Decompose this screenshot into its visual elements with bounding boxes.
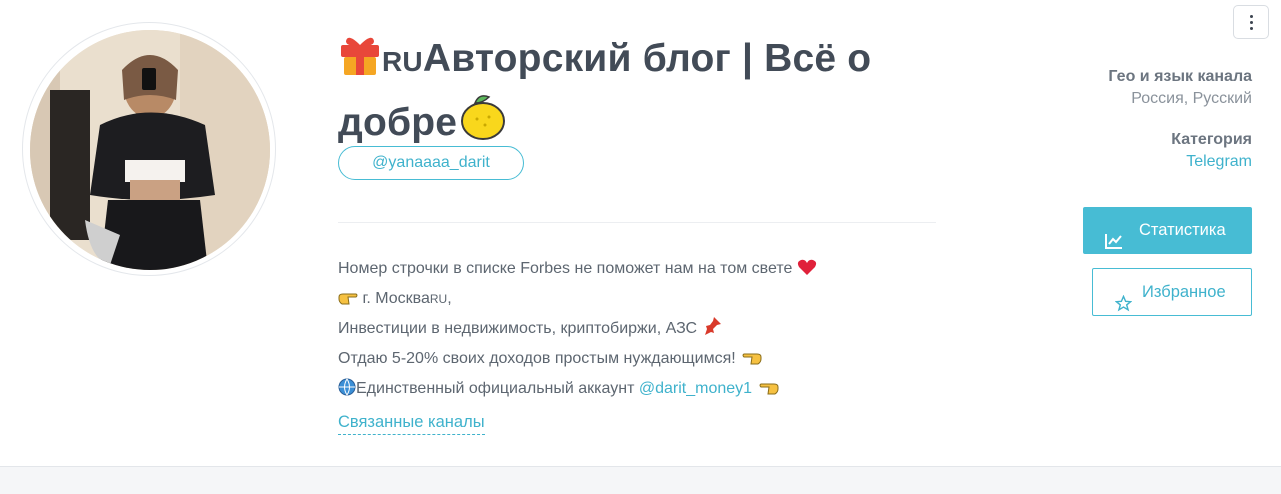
description-line: Отдаю 5-20% своих доходов простым нуждаю… — [338, 345, 958, 375]
pointing-hand-icon — [757, 378, 779, 405]
description-line: г. МоскваRU, — [338, 285, 958, 315]
favorite-button[interactable]: Избранное — [1092, 268, 1252, 316]
more-vertical-icon[interactable] — [1233, 5, 1269, 39]
title-flag: RU — [382, 46, 423, 77]
description-text: г. Москва — [358, 290, 430, 307]
favorite-label: Избранное — [1142, 283, 1226, 301]
globe-icon — [338, 378, 356, 405]
channel-title: RUАвторский блог | Всё о добре — [338, 31, 938, 157]
statistics-button[interactable]: Статистика — [1083, 207, 1252, 254]
channel-handle-button[interactable]: @yanaaaa_darit — [338, 146, 524, 180]
description-text: Единственный официальный аккаунт — [356, 380, 639, 397]
star-icon — [1114, 284, 1133, 330]
chart-line-icon — [1105, 221, 1123, 268]
bottom-bar — [0, 466, 1281, 494]
pointing-hand-icon — [740, 348, 762, 375]
pointing-hand-icon — [338, 288, 358, 315]
category-link[interactable]: Telegram — [1171, 151, 1252, 173]
description-text: Номер строчки в списке Forbes не поможет… — [338, 260, 793, 277]
related-channels-link[interactable]: Связанные каналы — [338, 410, 485, 435]
divider — [338, 222, 936, 223]
pushpin-icon — [702, 316, 722, 345]
description-text: , — [447, 290, 452, 307]
statistics-label: Статистика — [1139, 221, 1226, 239]
heart-icon — [797, 258, 817, 285]
description-line: Инвестиции в недвижимость, криптобиржи, … — [338, 315, 958, 345]
geo-section: Гео и язык канала Россия, Русский — [1108, 66, 1252, 110]
geo-title: Гео и язык канала — [1108, 68, 1252, 85]
description-line: Единственный официальный аккаунт @darit_… — [338, 375, 958, 405]
channel-avatar — [22, 22, 276, 276]
description-text: Отдаю 5-20% своих доходов простым нуждаю… — [338, 350, 736, 367]
official-account-link[interactable]: @darit_money1 — [639, 380, 752, 397]
geo-value: Россия, Русский — [1131, 90, 1252, 107]
flag-text: RU — [429, 292, 448, 306]
category-title: Категория — [1171, 131, 1252, 148]
description-line: Номер строчки в списке Forbes не поможет… — [338, 255, 958, 285]
avatar-photo — [30, 30, 270, 270]
category-section: Категория Telegram — [1171, 129, 1252, 173]
channel-description: Номер строчки в списке Forbes не поможет… — [338, 255, 958, 405]
description-text: Инвестиции в недвижимость, криптобиржи, … — [338, 320, 698, 337]
gift-icon — [338, 31, 382, 93]
